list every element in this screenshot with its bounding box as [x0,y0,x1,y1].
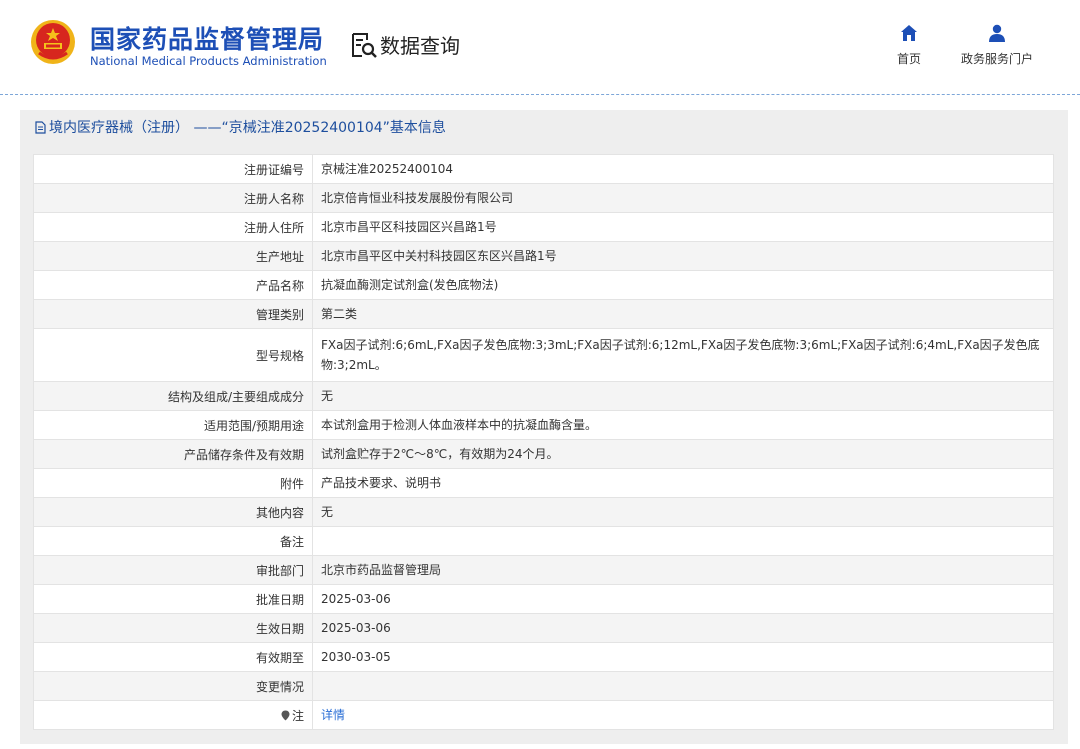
info-table: 注册证编号 京械注准20252400104 注册人名称 北京倍肯恒业科技发展股份… [33,154,1054,730]
field-label: 其他内容 [33,497,313,527]
field-value: 北京倍肯恒业科技发展股份有限公司 [312,183,1054,213]
note-label-text: 注 [291,708,304,723]
table-row: 注册人住所 北京市昌平区科技园区兴昌路1号 [33,212,1054,242]
field-label: 变更情况 [33,671,313,701]
site-header: 国家药品监督管理局 National Medical Products Admi… [0,0,1080,95]
field-label: 注册人名称 [33,183,313,213]
field-value: 2030-03-05 [312,642,1054,672]
pin-icon [281,710,290,720]
table-row: 适用范围/预期用途 本试剂盒用于检测人体血液样本中的抗凝血酶含量。 [33,410,1054,440]
field-value: 2025-03-06 [312,584,1054,614]
field-value [312,526,1054,556]
field-value: 第二类 [312,299,1054,329]
field-label: 生产地址 [33,241,313,271]
user-icon [989,24,1005,42]
home-icon [901,25,917,41]
table-row: 产品储存条件及有效期 试剂盒贮存于2℃～8℃，有效期为24个月。 [33,439,1054,469]
field-label: 适用范围/预期用途 [33,410,313,440]
table-row: 注册人名称 北京倍肯恒业科技发展股份有限公司 [33,183,1054,213]
table-row: 管理类别 第二类 [33,299,1054,329]
field-value: 京械注准20252400104 [312,154,1054,184]
nav-service-portal-label: 政务服务门户 [960,52,1033,66]
field-value: 北京市药品监督管理局 [312,555,1054,585]
table-row: 其他内容 无 [33,497,1054,527]
field-label: 生效日期 [33,613,313,643]
table-row: 产品名称 抗凝血酶测定试剂盒(发色底物法) [33,270,1054,300]
field-value: 无 [312,497,1054,527]
field-label: 结构及组成/主要组成成分 [33,381,313,411]
field-label: 有效期至 [33,642,313,672]
data-query-label: 数据查询 [380,34,460,58]
note-label: 注 [281,707,304,724]
table-row: 生效日期 2025-03-06 [33,613,1054,643]
field-value: 北京市昌平区科技园区兴昌路1号 [312,212,1054,242]
field-value: 试剂盒贮存于2℃～8℃，有效期为24个月。 [312,439,1054,469]
field-label: 管理类别 [33,299,313,329]
header-divider [0,94,1080,95]
field-label: 附件 [33,468,313,498]
table-row: 备注 [33,526,1054,556]
panel-title-text: 境内医疗器械（注册） ——“京械注准20252400104”基本信息 [49,120,446,136]
document-search-icon [352,32,377,58]
field-label: 注册证编号 [33,154,313,184]
info-table-wrapper: 注册证编号 京械注准20252400104 注册人名称 北京倍肯恒业科技发展股份… [33,154,1054,730]
table-row: 型号规格 FXa因子试剂:6;6mL,FXa因子发色底物:3;3mL;FXa因子… [33,328,1054,382]
table-row: 生产地址 北京市昌平区中关村科技园区东区兴昌路1号 [33,241,1054,271]
table-row: 批准日期 2025-03-06 [33,584,1054,614]
field-label: 审批部门 [33,555,313,585]
nav-service-portal[interactable]: 政务服务门户 [955,24,1039,67]
field-value: 产品技术要求、说明书 [312,468,1054,498]
field-value: FXa因子试剂:6;6mL,FXa因子发色底物:3;3mL;FXa因子试剂:6;… [312,328,1054,382]
field-value: 抗凝血酶测定试剂盒(发色底物法) [312,270,1054,300]
table-row: 附件 产品技术要求、说明书 [33,468,1054,498]
nav-home[interactable]: 首页 [890,24,928,67]
org-name-cn: 国家药品监督管理局 [90,25,325,54]
table-row: 有效期至 2030-03-05 [33,642,1054,672]
panel-title: 境内医疗器械（注册） ——“京械注准20252400104”基本信息 [20,110,1068,144]
field-value [312,671,1054,701]
details-link[interactable]: 详情 [321,708,345,722]
field-label: 备注 [33,526,313,556]
field-value: 本试剂盒用于检测人体血液样本中的抗凝血酶含量。 [312,410,1054,440]
nav-home-label: 首页 [896,52,921,66]
detail-panel: 境内医疗器械（注册） ——“京械注准20252400104”基本信息 注册证编号… [20,110,1068,744]
field-label: 产品储存条件及有效期 [33,439,313,469]
org-name-en: National Medical Products Administration [90,54,327,68]
field-label: 批准日期 [33,584,313,614]
field-label: 型号规格 [33,328,313,382]
field-label: 产品名称 [33,270,313,300]
table-row: 结构及组成/主要组成成分 无 [33,381,1054,411]
field-label: 注册人住所 [33,212,313,242]
data-query-link[interactable]: 数据查询 [350,30,460,59]
table-row: 注 详情 [33,700,1054,730]
field-value: 无 [312,381,1054,411]
document-icon [35,120,46,134]
field-value: 详情 [312,700,1054,730]
field-value: 2025-03-06 [312,613,1054,643]
table-row: 注册证编号 京械注准20252400104 [33,154,1054,184]
table-row: 审批部门 北京市药品监督管理局 [33,555,1054,585]
note-label-cell: 注 [33,700,313,730]
field-value: 北京市昌平区中关村科技园区东区兴昌路1号 [312,241,1054,271]
table-row: 变更情况 [33,671,1054,701]
national-emblem-icon[interactable] [30,19,76,65]
